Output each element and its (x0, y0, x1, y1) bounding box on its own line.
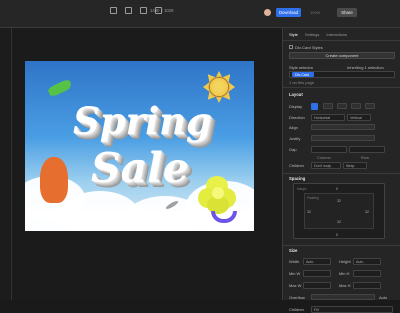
avatar[interactable] (264, 9, 271, 16)
spacing-box[interactable]: Margin 0 Padding 32 32 32 32 0 (293, 183, 385, 239)
div-card-chip[interactable]: Div-Card (292, 72, 314, 77)
overflow-buttons[interactable] (311, 294, 375, 300)
display-block-icon[interactable] (323, 103, 333, 109)
divider (283, 245, 400, 246)
minw-label: Min W (289, 271, 301, 276)
on-page-label: 1 on this page (289, 80, 315, 85)
align-label: Align (289, 125, 298, 130)
gap-row-label: Row (361, 155, 370, 160)
style-selector-field[interactable]: Div-Card (289, 71, 395, 78)
style-panel: Style Settings Interactions Div-Card Sty… (282, 28, 400, 313)
styles-label: Div-Card Styles (295, 45, 323, 50)
padding-box[interactable]: Padding 32 32 32 32 (304, 193, 374, 229)
poster-title-spring: Spring (73, 99, 212, 143)
share-button[interactable]: Share (337, 8, 357, 17)
poster-title-sale: Sale (91, 144, 189, 192)
left-toolbar (0, 28, 12, 300)
display-flex-icon[interactable] (311, 103, 318, 110)
minh-label: Min H (339, 271, 350, 276)
direction-label: Direction (289, 115, 305, 120)
children-nowrap[interactable]: Don't wrap (311, 162, 341, 169)
gap-label: Gap (289, 147, 297, 152)
divider (283, 87, 400, 88)
yellow-flower-icon (198, 176, 236, 214)
minw-field[interactable] (303, 270, 331, 277)
width-label: Width (289, 259, 300, 264)
panel-tabs: Style Settings Interactions (289, 32, 347, 37)
fit-label: Children (289, 307, 304, 312)
fit-field[interactable]: Fill (311, 306, 393, 313)
maxw-field[interactable] (303, 282, 331, 289)
justify-buttons[interactable] (311, 135, 375, 141)
divider (283, 40, 400, 41)
height-label: Height (339, 259, 351, 264)
download-button[interactable]: Download (276, 8, 301, 17)
divider (283, 173, 400, 174)
tab-settings[interactable]: Settings (305, 32, 319, 37)
layout-title: Layout (289, 92, 303, 97)
direction-horizontal[interactable]: Horizontal (311, 114, 345, 121)
maxw-label: Max W (289, 283, 302, 288)
gap-row-field[interactable] (349, 146, 385, 153)
maxh-field[interactable] (353, 282, 381, 289)
spring-sale-poster[interactable]: Spring Sale (25, 61, 254, 231)
inheriting-label: Inheriting 1 selection (347, 65, 384, 70)
viewport-size: 1440 × 1028 (150, 8, 174, 13)
glove-balloon-icon (40, 157, 68, 203)
direction-vertical[interactable]: Vertical (347, 114, 371, 121)
height-field[interactable]: Auto (353, 258, 381, 265)
children-label: Children (289, 163, 304, 168)
mobile-landscape-icon[interactable] (140, 7, 147, 14)
maxh-label: Max H (339, 283, 351, 288)
styles-checkbox[interactable] (289, 45, 293, 49)
minh-field[interactable] (353, 270, 381, 277)
align-buttons[interactable] (311, 124, 375, 130)
tablet-icon[interactable] (125, 7, 132, 14)
gap-column-field[interactable] (311, 146, 347, 153)
display-grid-icon[interactable] (337, 103, 347, 109)
tab-style[interactable]: Style (289, 32, 298, 37)
create-component-button[interactable]: Create component (289, 52, 395, 59)
children-wrap[interactable]: Wrap (343, 162, 367, 169)
width-field[interactable]: Auto (303, 258, 331, 265)
display-none-icon[interactable] (365, 103, 375, 109)
zoom-level[interactable]: 100% (310, 10, 320, 15)
desktop-icon[interactable] (110, 7, 117, 14)
overflow-auto[interactable]: Auto (379, 295, 387, 300)
top-toolbar: 1440 × 1028 Download 100% Share (0, 0, 400, 28)
bird-icon (47, 78, 73, 98)
gap-column-label: Column (317, 155, 331, 160)
justify-label: Justify (289, 136, 301, 141)
size-title: Size (289, 248, 298, 253)
display-label: Display (289, 104, 303, 109)
tab-interactions[interactable]: Interactions (326, 32, 347, 37)
spacing-title: Spacing (289, 176, 306, 181)
style-selector-label: Style selector (289, 65, 314, 70)
overflow-label: Overflow (289, 295, 305, 300)
display-inline-icon[interactable] (351, 103, 361, 109)
